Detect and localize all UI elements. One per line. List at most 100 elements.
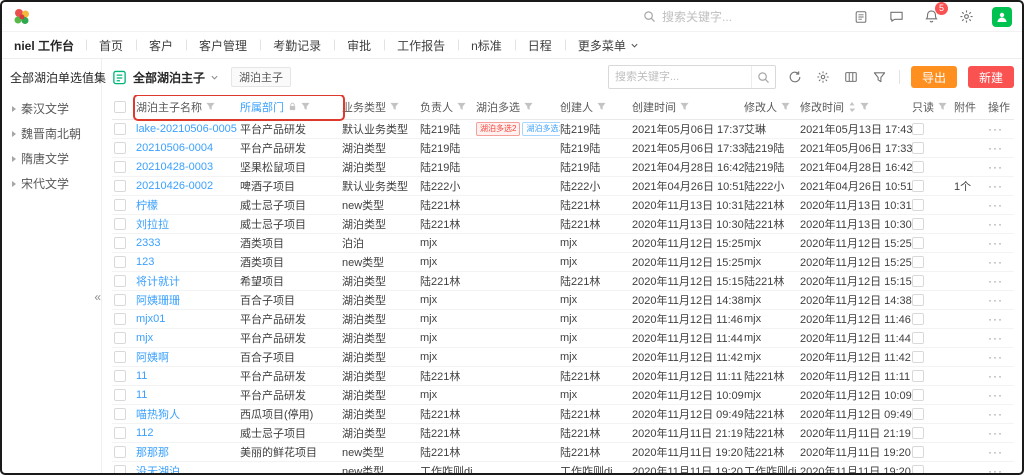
- readonly-checkbox[interactable]: [912, 446, 924, 458]
- row-actions-button[interactable]: ···: [988, 179, 1003, 193]
- sidebar-collapse-button[interactable]: «: [94, 291, 101, 303]
- readonly-checkbox[interactable]: [912, 465, 924, 473]
- row-actions-button[interactable]: ···: [988, 293, 1003, 307]
- filter-icon[interactable]: [938, 102, 947, 111]
- row-checkbox[interactable]: [114, 427, 126, 439]
- readonly-checkbox[interactable]: [912, 332, 924, 344]
- create-button[interactable]: 新建: [968, 66, 1014, 88]
- record-link[interactable]: mjx01: [136, 313, 165, 325]
- sidebar-tree-item-3[interactable]: 宋代文学: [10, 171, 95, 196]
- row-checkbox[interactable]: [114, 161, 126, 173]
- search-icon[interactable]: [751, 66, 775, 88]
- row-checkbox[interactable]: [114, 294, 126, 306]
- workspace-title[interactable]: niel 工作台: [14, 37, 86, 54]
- nav-more-menu[interactable]: 更多菜单: [565, 37, 652, 54]
- bell-icon[interactable]: 5: [922, 8, 940, 26]
- readonly-checkbox[interactable]: [912, 123, 924, 135]
- column-header-owner[interactable]: 负责人: [420, 95, 476, 119]
- readonly-checkbox[interactable]: [912, 180, 924, 192]
- nav-item-2[interactable]: 客户管理: [186, 37, 260, 54]
- row-checkbox[interactable]: [114, 237, 126, 249]
- row-actions-button[interactable]: ···: [988, 141, 1003, 155]
- record-link[interactable]: lake-20210506-0005: [136, 123, 237, 135]
- row-checkbox[interactable]: [114, 408, 126, 420]
- view-title[interactable]: 全部湖泊主子: [133, 69, 205, 86]
- filter-icon[interactable]: [860, 102, 869, 111]
- row-checkbox[interactable]: [114, 199, 126, 211]
- column-header-mtime[interactable]: 修改时间: [800, 95, 912, 119]
- row-checkbox[interactable]: [114, 180, 126, 192]
- filter-icon[interactable]: [206, 102, 215, 111]
- row-actions-button[interactable]: ···: [988, 198, 1003, 212]
- row-actions-button[interactable]: ···: [988, 312, 1003, 326]
- record-link[interactable]: 喵热狗人: [136, 409, 180, 421]
- readonly-checkbox[interactable]: [912, 351, 924, 363]
- filter-icon[interactable]: [390, 102, 399, 111]
- row-actions-button[interactable]: ···: [988, 331, 1003, 345]
- filter-icon[interactable]: [781, 102, 790, 111]
- row-checkbox[interactable]: [114, 275, 126, 287]
- row-checkbox[interactable]: [114, 446, 126, 458]
- filter-icon[interactable]: [597, 102, 606, 111]
- readonly-checkbox[interactable]: [912, 161, 924, 173]
- readonly-checkbox[interactable]: [912, 313, 924, 325]
- row-checkbox[interactable]: [114, 370, 126, 382]
- readonly-checkbox[interactable]: [912, 142, 924, 154]
- column-header-ctime[interactable]: 创建时间: [632, 95, 744, 119]
- row-actions-button[interactable]: ···: [988, 407, 1003, 421]
- record-link[interactable]: 11: [136, 370, 147, 382]
- filter-icon[interactable]: [301, 102, 310, 111]
- readonly-checkbox[interactable]: [912, 389, 924, 401]
- column-header-attach[interactable]: 附件: [954, 95, 988, 119]
- columns-icon[interactable]: [843, 69, 860, 86]
- row-checkbox[interactable]: [114, 313, 126, 325]
- record-link[interactable]: 那那那: [136, 447, 169, 459]
- row-actions-button[interactable]: ···: [988, 426, 1003, 440]
- column-header-modifier[interactable]: 修改人: [744, 95, 800, 119]
- record-link[interactable]: 柠檬: [136, 200, 158, 212]
- row-checkbox[interactable]: [114, 332, 126, 344]
- record-link[interactable]: 刘拉拉: [136, 219, 169, 231]
- readonly-checkbox[interactable]: [912, 294, 924, 306]
- column-header-creator[interactable]: 创建人: [560, 95, 632, 119]
- app-logo-icon[interactable]: [12, 7, 32, 27]
- record-link[interactable]: mjx: [136, 332, 153, 344]
- readonly-checkbox[interactable]: [912, 218, 924, 230]
- row-checkbox[interactable]: [114, 218, 126, 230]
- nav-item-0[interactable]: 首页: [86, 37, 136, 54]
- chat-icon[interactable]: [887, 8, 905, 26]
- sidebar-title[interactable]: 全部湖泊单选值集: [10, 69, 95, 86]
- row-actions-button[interactable]: ···: [988, 236, 1003, 250]
- record-link[interactable]: 11: [136, 389, 147, 401]
- sidebar-tree-item-0[interactable]: 秦汉文学: [10, 96, 95, 121]
- record-link[interactable]: 123: [136, 256, 154, 268]
- readonly-checkbox[interactable]: [912, 237, 924, 249]
- record-link[interactable]: 将计就计: [136, 276, 180, 288]
- readonly-checkbox[interactable]: [912, 408, 924, 420]
- row-actions-button[interactable]: ···: [988, 122, 1003, 136]
- row-actions-button[interactable]: ···: [988, 274, 1003, 288]
- column-header-ops[interactable]: 操作: [988, 95, 1014, 119]
- readonly-checkbox[interactable]: [912, 427, 924, 439]
- readonly-checkbox[interactable]: [912, 275, 924, 287]
- record-link[interactable]: 20210506-0004: [136, 142, 213, 154]
- nav-item-4[interactable]: 审批: [334, 37, 384, 54]
- row-actions-button[interactable]: ···: [988, 388, 1003, 402]
- select-all-checkbox[interactable]: [114, 101, 126, 113]
- row-actions-button[interactable]: ···: [988, 369, 1003, 383]
- sidebar-tree-item-1[interactable]: 魏晋南北朝: [10, 121, 95, 146]
- record-link[interactable]: 阿姨珊珊: [136, 295, 180, 307]
- record-link[interactable]: 没无湖泊: [136, 466, 180, 474]
- sort-icon[interactable]: [848, 102, 856, 112]
- row-checkbox[interactable]: [114, 465, 126, 473]
- row-actions-button[interactable]: ···: [988, 445, 1003, 459]
- row-actions-button[interactable]: ···: [988, 217, 1003, 231]
- nav-item-3[interactable]: 考勤记录: [260, 37, 334, 54]
- refresh-icon[interactable]: [787, 69, 804, 86]
- global-search[interactable]: 搜索关键字...: [643, 8, 732, 25]
- row-checkbox[interactable]: [114, 389, 126, 401]
- column-header-biz[interactable]: 业务类型: [342, 95, 420, 119]
- row-checkbox[interactable]: [114, 142, 126, 154]
- nav-item-5[interactable]: 工作报告: [384, 37, 458, 54]
- record-link[interactable]: 20210426-0002: [136, 180, 213, 192]
